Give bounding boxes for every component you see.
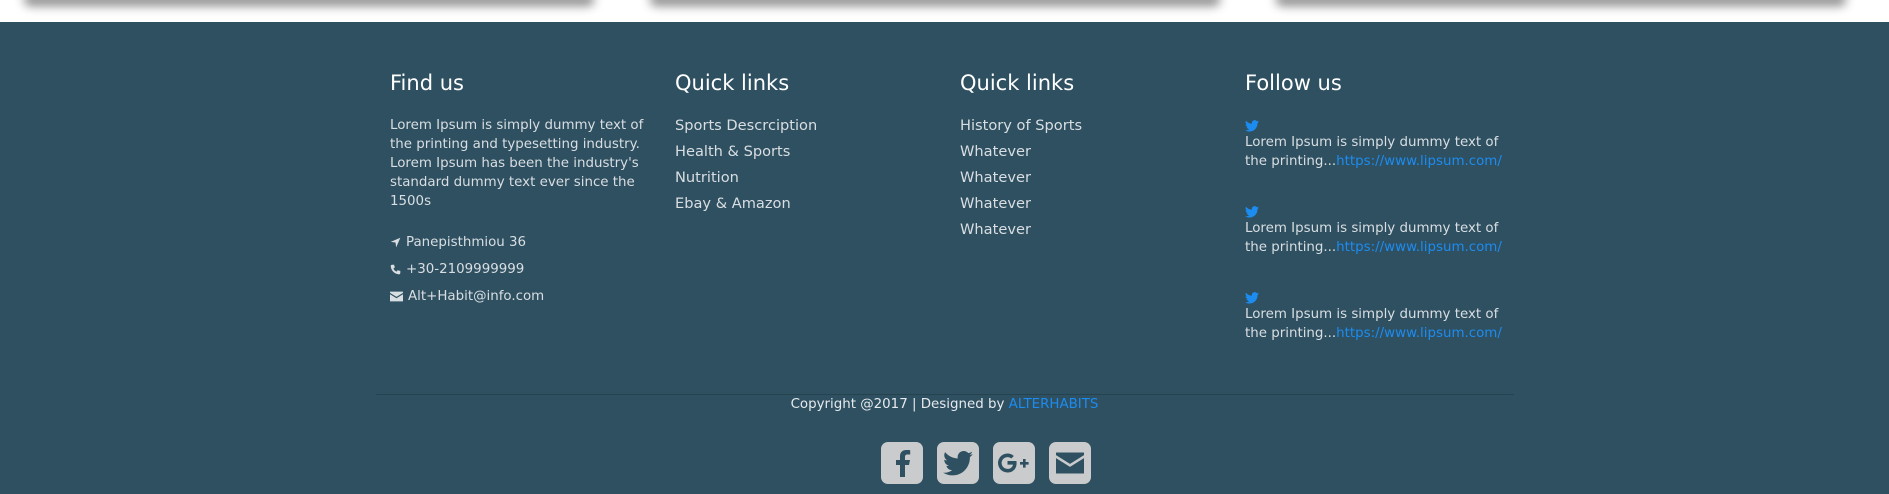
copyright-line: Copyright @2017 | Designed by ALTERHABIT… xyxy=(0,397,1889,412)
quick-links-heading-1: Quick links xyxy=(675,71,790,95)
quick-link-whatever[interactable]: Whatever xyxy=(960,195,1082,221)
quick-links-list-1: Sports Descrciption Health & Sports Nutr… xyxy=(675,117,817,221)
tweet-item: Lorem Ipsum is simply dummy text of the … xyxy=(1245,206,1507,257)
twitter-icon[interactable] xyxy=(937,442,979,484)
quick-link-sports-description[interactable]: Sports Descrciption xyxy=(675,117,817,143)
social-twitter-button[interactable] xyxy=(937,442,979,484)
twitter-icon[interactable] xyxy=(1245,206,1259,218)
google-plus-icon[interactable] xyxy=(993,442,1035,484)
email-text[interactable]: Alt+Habit@info.com xyxy=(408,289,544,304)
facebook-icon[interactable] xyxy=(881,442,923,484)
tweet-link[interactable]: https://www.lipsum.com/ xyxy=(1336,240,1502,255)
social-google-plus-button[interactable] xyxy=(993,442,1035,484)
quick-link-whatever[interactable]: Whatever xyxy=(960,169,1082,195)
address-text: Panepisthmiou 36 xyxy=(406,235,527,250)
quick-link-whatever[interactable]: Whatever xyxy=(960,221,1082,247)
tweet-link[interactable]: https://www.lipsum.com/ xyxy=(1336,154,1502,169)
about-text: Lorem Ipsum is simply dummy text of the … xyxy=(390,118,644,209)
social-facebook-button[interactable] xyxy=(881,442,923,484)
tweet-item: Lorem Ipsum is simply dummy text of the … xyxy=(1245,120,1507,171)
quick-links-heading-2: Quick links xyxy=(960,71,1075,95)
quick-link-whatever[interactable]: Whatever xyxy=(960,143,1082,169)
email-line[interactable]: Alt+Habit@info.com xyxy=(390,289,544,304)
phone-line: +30-2109999999 xyxy=(390,262,524,277)
quick-link-ebay-amazon[interactable]: Ebay & Amazon xyxy=(675,195,817,221)
tweet-link[interactable]: https://www.lipsum.com/ xyxy=(1336,326,1502,341)
quick-link-nutrition[interactable]: Nutrition xyxy=(675,169,817,195)
quick-links-list-2: History of Sports Whatever Whatever What… xyxy=(960,117,1082,247)
site-footer: Find us Lorem Ipsum is simply dummy text… xyxy=(0,22,1889,494)
twitter-icon[interactable] xyxy=(1245,120,1259,132)
phone-text: +30-2109999999 xyxy=(406,262,525,277)
quick-link-history-of-sports[interactable]: History of Sports xyxy=(960,117,1082,143)
follow-us-heading: Follow us xyxy=(1245,71,1342,95)
find-us-heading: Find us xyxy=(390,71,464,95)
social-envelope-button[interactable] xyxy=(1049,442,1091,484)
designer-link[interactable]: ALTERHABITS xyxy=(1009,397,1099,412)
top-strip xyxy=(0,0,1889,22)
phone-icon xyxy=(390,264,401,275)
address-line: Panepisthmiou 36 xyxy=(390,235,526,250)
twitter-icon[interactable] xyxy=(1245,292,1259,304)
envelope-icon[interactable] xyxy=(1049,442,1091,484)
envelope-icon xyxy=(390,291,403,302)
quick-link-health-sports[interactable]: Health & Sports xyxy=(675,143,817,169)
footer-divider xyxy=(376,394,1514,395)
tweet-item: Lorem Ipsum is simply dummy text of the … xyxy=(1245,292,1507,343)
location-arrow-icon xyxy=(390,237,401,248)
copyright-text: Copyright @2017 | Designed by xyxy=(790,397,1005,412)
